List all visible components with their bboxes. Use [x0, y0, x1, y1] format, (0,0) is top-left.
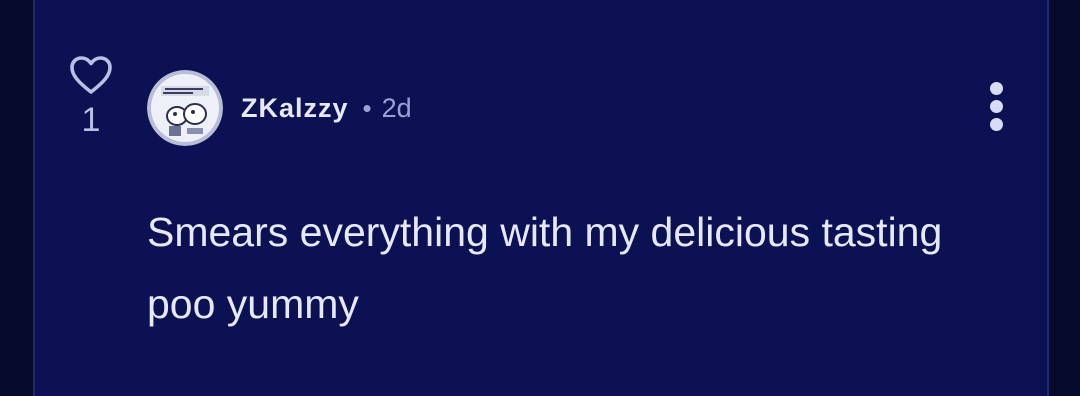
- comment-card: 1 ZKalzzy • 2d Smears everything with my…: [33, 0, 1049, 396]
- comment-body: Smears everything with my delicious tast…: [147, 209, 943, 327]
- more-vertical-icon: [981, 82, 1011, 131]
- avatar-image: [147, 70, 223, 146]
- comment-meta: ZKalzzy • 2d: [241, 90, 412, 126]
- more-options-button[interactable]: [981, 82, 1011, 134]
- author-username[interactable]: ZKalzzy: [241, 93, 349, 124]
- like-count: 1: [81, 101, 101, 139]
- comment-timestamp: 2d: [381, 92, 412, 123]
- heart-outline-icon: [70, 56, 112, 94]
- like-column: 1: [65, 54, 117, 138]
- like-button[interactable]: [65, 54, 117, 96]
- avatar[interactable]: [147, 70, 223, 146]
- meta-separator: •: [362, 92, 372, 123]
